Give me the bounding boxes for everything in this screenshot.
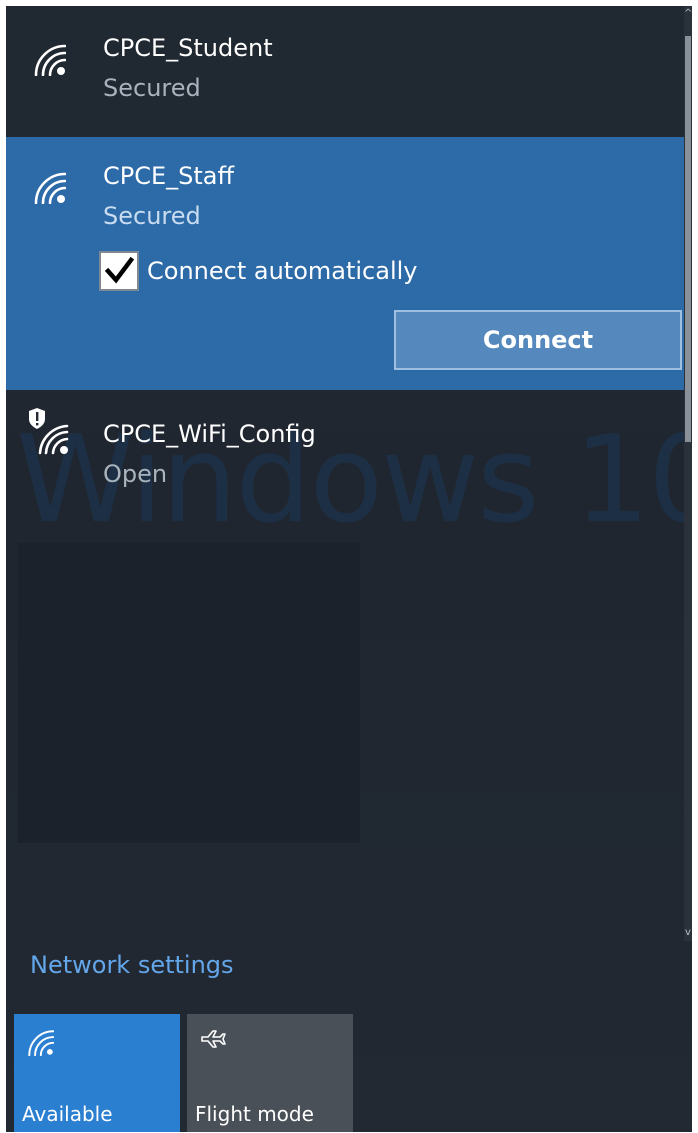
network-status: Secured — [103, 74, 201, 102]
connect-automatically-checkbox[interactable] — [99, 251, 139, 291]
connect-button[interactable]: Connect — [394, 310, 682, 370]
quick-action-wifi[interactable]: Available — [14, 1014, 180, 1132]
wifi-signal-icon — [28, 1030, 54, 1056]
connect-automatically-label: Connect automatically — [147, 257, 418, 285]
quick-action-flight-mode[interactable]: Flight mode — [187, 1014, 353, 1132]
wifi-signal-icon — [34, 44, 66, 76]
network-name: CPCE_WiFi_Config — [103, 420, 316, 448]
scroll-down-icon[interactable]: v — [684, 927, 692, 939]
network-item-cpce-wifi-config[interactable]: CPCE_WiFi_Config Open — [6, 390, 684, 500]
network-status: Secured — [103, 202, 201, 230]
network-flyout: Windows 10 CPCE_Student Secured CPCE_Sta… — [6, 6, 692, 1132]
network-status: Open — [103, 460, 168, 488]
wifi-signal-icon — [34, 172, 66, 204]
network-settings-link[interactable]: Network settings — [30, 951, 234, 979]
network-item-cpce-student[interactable]: CPCE_Student Secured — [6, 6, 684, 137]
network-name: CPCE_Staff — [103, 162, 235, 190]
scroll-thumb[interactable] — [685, 36, 691, 442]
airplane-icon — [201, 1030, 226, 1048]
network-item-cpce-staff[interactable]: CPCE_Staff Secured Connect automatically… — [6, 137, 684, 390]
checkmark-icon — [104, 256, 135, 284]
scroll-up-icon[interactable]: ^ — [684, 8, 692, 20]
scrollbar[interactable]: ^ v — [684, 6, 692, 941]
quick-action-label: Flight mode — [195, 1102, 314, 1126]
quick-action-label: Available — [22, 1102, 113, 1126]
wifi-shield-warning-icon — [29, 408, 69, 455]
connect-automatically-option[interactable]: Connect automatically — [99, 251, 417, 291]
background-panel — [18, 543, 360, 843]
network-name: CPCE_Student — [103, 34, 273, 62]
